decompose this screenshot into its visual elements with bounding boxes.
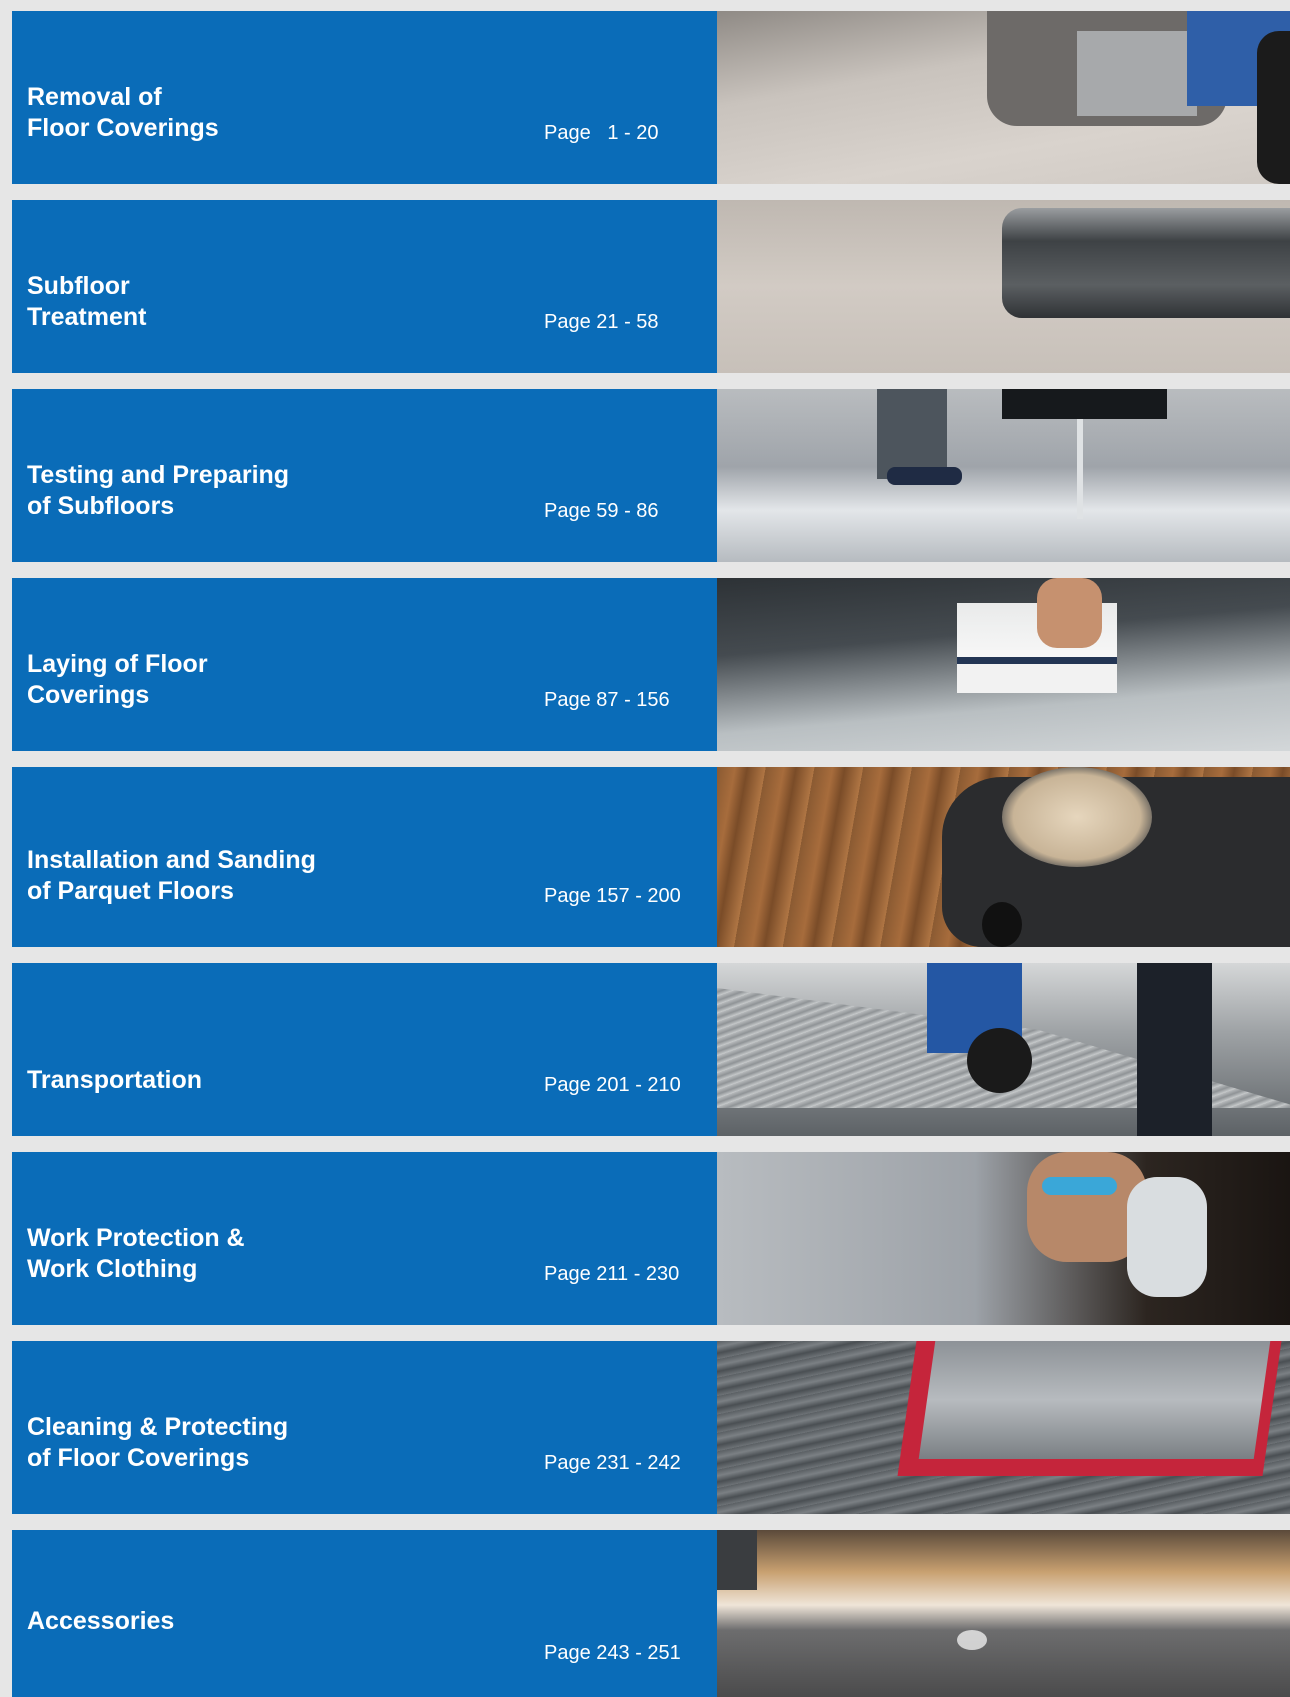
section-parquet[interactable]: Installation and Sanding of Parquet Floo… bbox=[12, 767, 1290, 947]
section-photo-work-protection bbox=[717, 1152, 1290, 1325]
section-panel: Transportation Page 201 - 210 bbox=[12, 963, 717, 1136]
section-page-range: Page 157 - 200 bbox=[544, 885, 681, 907]
section-photo-testing bbox=[717, 389, 1290, 562]
section-panel: Testing and Preparing of Subfloors Page … bbox=[12, 389, 717, 562]
section-panel: Subfloor Treatment Page 21 - 58 bbox=[12, 200, 717, 373]
section-panel: Laying of Floor Coverings Page 87 - 156 bbox=[12, 578, 717, 751]
section-photo-parquet bbox=[717, 767, 1290, 947]
section-page-range: Page 243 - 251 bbox=[544, 1642, 681, 1664]
section-panel: Accessories Page 243 - 251 bbox=[12, 1530, 717, 1697]
section-title: Transportation bbox=[27, 1066, 203, 1094]
section-photo-accessories bbox=[717, 1530, 1290, 1697]
section-page-range: Page 201 - 210 bbox=[544, 1074, 681, 1096]
section-page-range: Page 59 - 86 bbox=[544, 500, 659, 522]
section-title: Testing and Preparing of Subfloors bbox=[27, 461, 290, 520]
section-title: Work Protection & Work Clothing bbox=[27, 1224, 245, 1283]
section-work-protection[interactable]: Work Protection & Work Clothing Page 211… bbox=[12, 1152, 1290, 1325]
section-title: Subfloor Treatment bbox=[27, 272, 147, 331]
section-panel: Cleaning & Protecting of Floor Coverings… bbox=[12, 1341, 717, 1514]
section-panel: Installation and Sanding of Parquet Floo… bbox=[12, 767, 717, 947]
section-photo-removal bbox=[717, 11, 1290, 184]
section-page-range: Page 21 - 58 bbox=[544, 311, 659, 333]
section-panel: Work Protection & Work Clothing Page 211… bbox=[12, 1152, 717, 1325]
section-removal[interactable]: Removal of Floor Coverings Page 1 - 20 bbox=[12, 11, 1290, 184]
section-page-range: Page 1 - 20 bbox=[544, 122, 659, 144]
section-panel: Removal of Floor Coverings Page 1 - 20 bbox=[12, 11, 717, 184]
catalog-index: Removal of Floor Coverings Page 1 - 20 S… bbox=[0, 0, 1290, 1697]
section-accessories[interactable]: Accessories Page 243 - 251 bbox=[12, 1530, 1290, 1697]
section-title: Accessories bbox=[27, 1607, 175, 1635]
section-title: Removal of Floor Coverings bbox=[27, 83, 219, 142]
section-cleaning[interactable]: Cleaning & Protecting of Floor Coverings… bbox=[12, 1341, 1290, 1514]
section-photo-subfloor bbox=[717, 200, 1290, 373]
section-photo-cleaning bbox=[717, 1341, 1290, 1514]
section-page-range: Page 211 - 230 bbox=[544, 1263, 680, 1285]
section-transportation[interactable]: Transportation Page 201 - 210 bbox=[12, 963, 1290, 1136]
section-photo-transportation bbox=[717, 963, 1290, 1136]
section-page-range: Page 87 - 156 bbox=[544, 689, 670, 711]
section-testing[interactable]: Testing and Preparing of Subfloors Page … bbox=[12, 389, 1290, 562]
section-page-range: Page 231 - 242 bbox=[544, 1452, 681, 1474]
section-title: Cleaning & Protecting of Floor Coverings bbox=[27, 1413, 289, 1472]
section-title: Installation and Sanding of Parquet Floo… bbox=[27, 846, 316, 905]
section-laying[interactable]: Laying of Floor Coverings Page 87 - 156 bbox=[12, 578, 1290, 751]
section-photo-laying bbox=[717, 578, 1290, 751]
section-title: Laying of Floor Coverings bbox=[27, 650, 208, 709]
section-subfloor[interactable]: Subfloor Treatment Page 21 - 58 bbox=[12, 200, 1290, 373]
